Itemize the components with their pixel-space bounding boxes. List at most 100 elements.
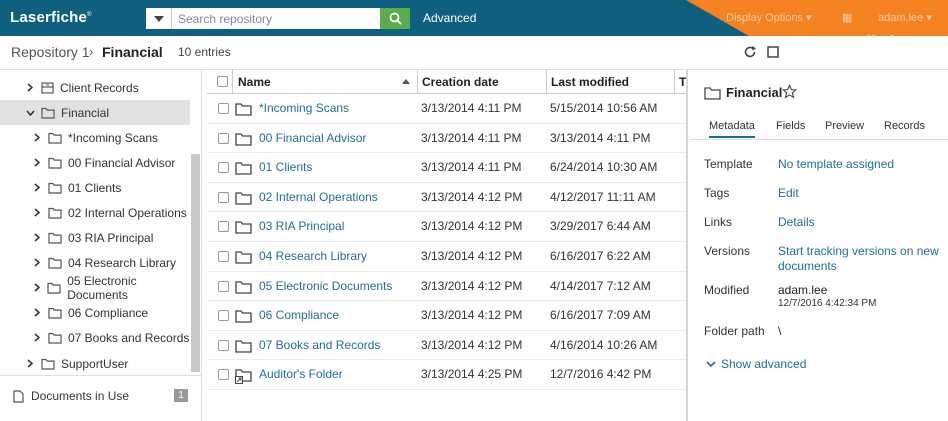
entry-grid: Name Creation date Last modified T *Inco… bbox=[207, 70, 686, 421]
chevron-right-icon[interactable] bbox=[32, 133, 42, 142]
entry-name-link[interactable]: 04 Research Library bbox=[259, 242, 367, 272]
table-row[interactable]: 07 Books and Records 3/13/2014 4:12 PM 4/1… bbox=[207, 331, 686, 361]
tree-item[interactable]: Financial bbox=[0, 100, 190, 125]
entry-name-link[interactable]: 07 Books and Records bbox=[259, 331, 380, 361]
sort-ascending-icon[interactable] bbox=[402, 79, 410, 84]
export-icon[interactable] bbox=[767, 46, 779, 58]
tree-item[interactable]: SupportUser bbox=[0, 351, 190, 376]
folder-icon bbox=[48, 232, 62, 244]
last-modified-cell: 3/13/2014 4:11 PM bbox=[550, 130, 651, 145]
last-modified-cell: 12/7/2016 4:42 PM bbox=[550, 367, 652, 382]
chevron-down-icon[interactable] bbox=[25, 110, 35, 116]
panel-splitter[interactable] bbox=[686, 70, 688, 421]
entry-name-link[interactable]: *Incoming Scans bbox=[259, 94, 349, 124]
table-row[interactable]: Auditor's Folder 3/13/2014 4:25 PM 12/7/20… bbox=[207, 360, 686, 390]
display-options-menu[interactable]: Display Options ▾ bbox=[726, 11, 812, 24]
entry-name-link[interactable]: 02 Internal Operations bbox=[259, 183, 378, 213]
chevron-right-icon[interactable] bbox=[32, 283, 41, 292]
column-header-created[interactable]: Creation date bbox=[422, 70, 499, 94]
table-row[interactable]: 04 Research Library 3/13/2014 4:12 PM 6/16… bbox=[207, 242, 686, 272]
table-row[interactable]: 03 RIA Principal 3/13/2014 4:12 PM 3/29/20… bbox=[207, 212, 686, 242]
chevron-right-icon[interactable] bbox=[32, 183, 42, 192]
tree-item[interactable]: Client Records bbox=[0, 75, 190, 100]
tab-fields[interactable]: Fields bbox=[776, 120, 805, 132]
modified-user: adam.lee bbox=[778, 283, 828, 297]
tree-item[interactable]: *Incoming Scans bbox=[0, 125, 190, 150]
column-header-name[interactable]: Name bbox=[238, 70, 271, 94]
grid-header: Name Creation date Last modified T bbox=[207, 70, 686, 94]
entry-name-link[interactable]: Auditor's Folder bbox=[259, 360, 343, 390]
chevron-right-icon[interactable] bbox=[32, 233, 42, 242]
search-scope-dropdown[interactable] bbox=[146, 8, 172, 29]
row-checkbox[interactable] bbox=[218, 221, 229, 233]
template-value-link[interactable]: No template assigned bbox=[778, 157, 894, 171]
chevron-right-icon[interactable] bbox=[32, 308, 42, 317]
row-checkbox[interactable] bbox=[218, 103, 229, 114]
advanced-search-link[interactable]: Advanced bbox=[423, 11, 476, 25]
versions-tracking-link-cont[interactable]: documents bbox=[778, 259, 837, 273]
refresh-icon[interactable] bbox=[743, 45, 757, 59]
row-checkbox[interactable] bbox=[218, 162, 229, 174]
row-checkbox[interactable] bbox=[218, 339, 229, 351]
tree-item[interactable]: 03 RIA Principal bbox=[0, 225, 190, 250]
app-logo[interactable]: Laserfiche® bbox=[10, 9, 92, 26]
chevron-right-icon[interactable] bbox=[25, 83, 35, 92]
row-checkbox[interactable] bbox=[218, 251, 229, 262]
creation-date-cell: 3/13/2014 4:11 PM bbox=[421, 130, 522, 145]
search-button[interactable] bbox=[380, 8, 410, 29]
entry-name-link[interactable]: 01 Clients bbox=[259, 153, 312, 183]
chevron-right-icon[interactable] bbox=[32, 158, 42, 167]
chevron-right-icon[interactable] bbox=[32, 208, 42, 217]
chevron-right-icon[interactable] bbox=[25, 359, 35, 368]
documents-in-use[interactable]: Documents in Use 1 bbox=[13, 387, 188, 405]
table-row[interactable]: *Incoming Scans 3/13/2014 4:11 PM 5/15/201… bbox=[207, 94, 686, 124]
star-icon[interactable] bbox=[782, 84, 797, 99]
tree-item[interactable]: 05 Electronic Documents bbox=[0, 274, 190, 302]
tree-item[interactable]: 04 Research Library bbox=[0, 250, 190, 275]
row-checkbox[interactable] bbox=[218, 280, 229, 292]
folder-icon bbox=[235, 250, 252, 267]
tree-item-label: 03 RIA Principal bbox=[68, 230, 154, 245]
entry-name-link[interactable]: 06 Compliance bbox=[259, 301, 339, 331]
creation-date-cell: 3/13/2014 4:11 PM bbox=[421, 101, 522, 115]
tab-preview[interactable]: Preview bbox=[825, 120, 864, 132]
folder-icon bbox=[235, 220, 252, 237]
column-header-modified[interactable]: Last modified bbox=[551, 70, 629, 94]
tree-item[interactable]: 00 Financial Advisor bbox=[0, 150, 190, 175]
breadcrumb-separator: › bbox=[89, 44, 94, 59]
chevron-right-icon[interactable] bbox=[32, 333, 42, 342]
links-details-link[interactable]: Details bbox=[778, 215, 815, 229]
tree-item[interactable]: 01 Clients bbox=[0, 175, 190, 200]
tab-metadata[interactable]: Metadata bbox=[709, 120, 755, 138]
folder-path-label: Folder path bbox=[704, 324, 765, 338]
table-row[interactable]: 05 Electronic Documents 3/13/2014 4:12 PM… bbox=[207, 272, 686, 302]
row-checkbox[interactable] bbox=[218, 191, 229, 203]
tree-scrollbar[interactable] bbox=[191, 154, 200, 372]
tree-item[interactable]: 07 Books and Records bbox=[0, 325, 190, 350]
entry-name-link[interactable]: 05 Electronic Documents bbox=[259, 272, 392, 302]
entry-name-link[interactable]: 03 RIA Principal bbox=[259, 212, 344, 242]
chevron-right-icon[interactable] bbox=[32, 258, 42, 267]
table-row[interactable]: 01 Clients 3/13/2014 4:11 PM 6/24/2014 10:… bbox=[207, 153, 686, 183]
table-row[interactable]: 00 Financial Advisor 3/13/2014 4:11 PM 3/1… bbox=[207, 124, 686, 154]
tree-item-label: 07 Books and Records bbox=[68, 330, 190, 345]
row-checkbox[interactable] bbox=[218, 310, 229, 322]
user-menu[interactable]: adam.lee ▾ bbox=[878, 11, 932, 24]
template-label: Template bbox=[704, 157, 753, 171]
row-checkbox[interactable] bbox=[218, 369, 229, 381]
search-icon bbox=[389, 12, 402, 25]
tab-records[interactable]: Records bbox=[884, 120, 925, 132]
search-input[interactable] bbox=[172, 8, 380, 29]
row-checkbox[interactable] bbox=[218, 132, 229, 144]
tree-item[interactable]: 02 Internal Operations bbox=[0, 200, 190, 225]
apps-grid-icon[interactable]: ▦ bbox=[842, 11, 852, 24]
breadcrumb-root[interactable]: Repository 1 bbox=[11, 44, 90, 60]
entry-name-link[interactable]: 00 Financial Advisor bbox=[259, 124, 366, 154]
table-row[interactable]: 02 Internal Operations 3/13/2014 4:12 PM 4… bbox=[207, 183, 686, 213]
show-advanced-toggle[interactable]: Show advanced bbox=[706, 357, 806, 371]
versions-tracking-link[interactable]: Start tracking versions on new bbox=[778, 244, 939, 258]
select-all-checkbox[interactable] bbox=[217, 76, 228, 87]
tags-edit-link[interactable]: Edit bbox=[778, 186, 799, 200]
tree-item[interactable]: 06 Compliance bbox=[0, 300, 190, 325]
table-row[interactable]: 06 Compliance 3/13/2014 4:12 PM 6/16/2017 … bbox=[207, 301, 686, 331]
